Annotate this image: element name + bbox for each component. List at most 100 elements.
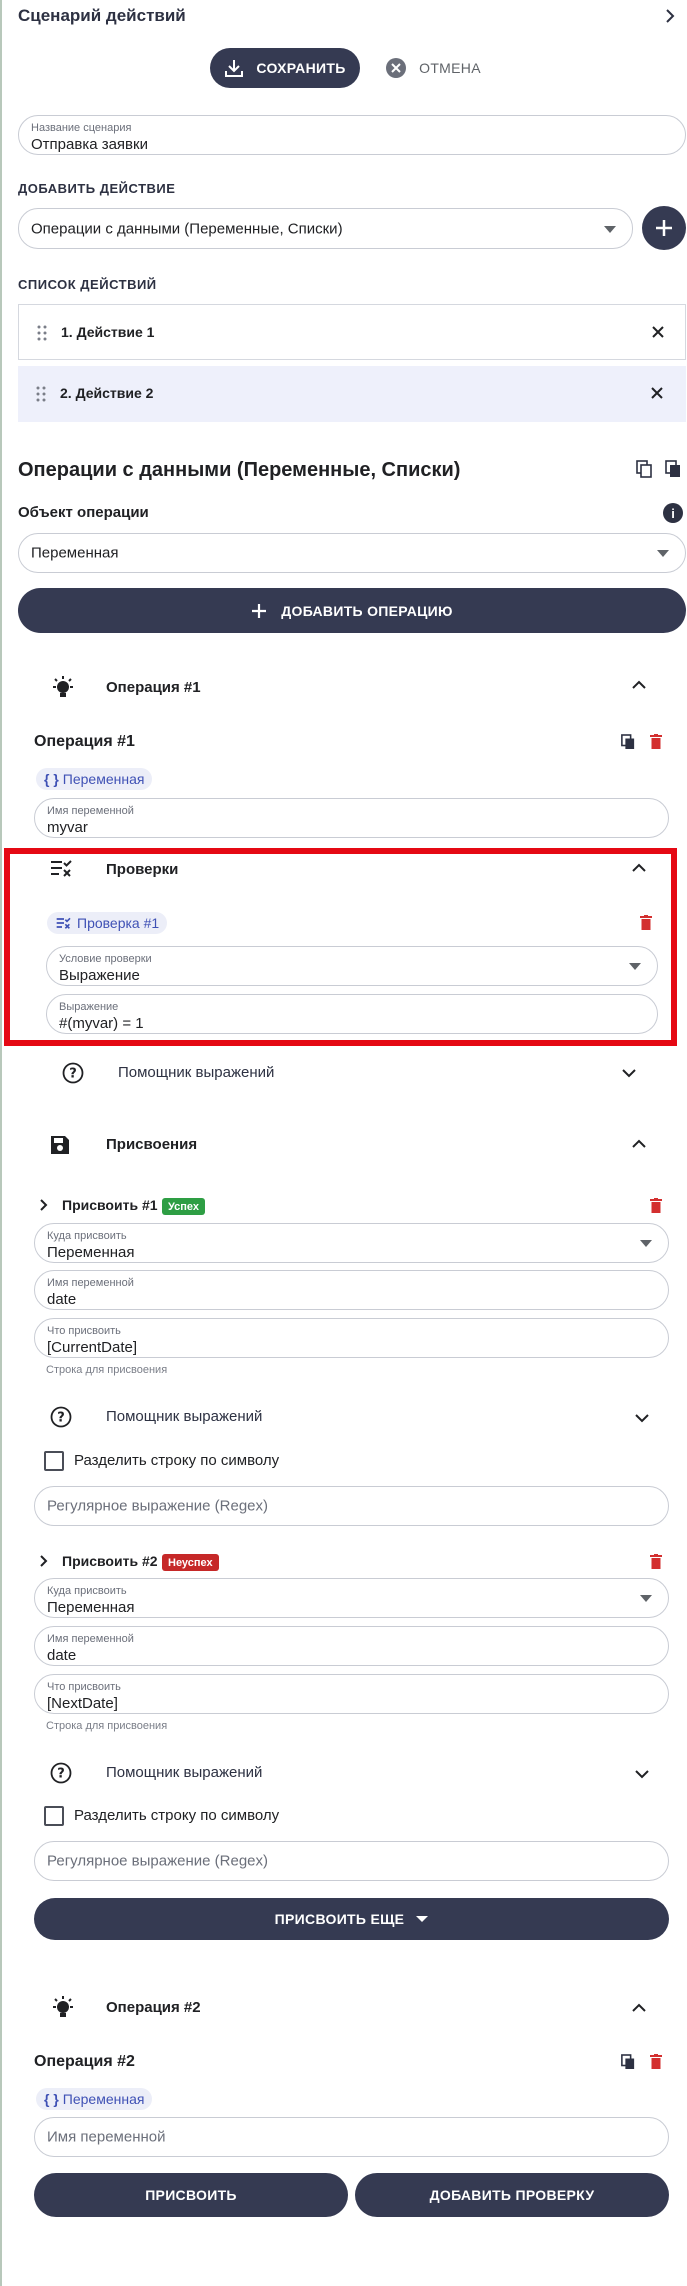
left-border-line (0, 0, 2, 2286)
regex-placeholder: Регулярное выражение (Regex) (47, 1852, 269, 1870)
check-condition-label: Условие проверки (59, 953, 152, 965)
assign-what-label: Что присвоить (47, 1325, 121, 1337)
chevron-down-icon (657, 550, 669, 557)
close-icon[interactable] (651, 325, 665, 339)
copy-icon[interactable] (621, 734, 635, 750)
assign-what-value: [CurrentDate] (47, 1339, 138, 1356)
add-check-button[interactable]: ДОБАВИТЬ ПРОВЕРКУ (355, 2173, 669, 2217)
variable-chip-label: Переменная (62, 771, 145, 787)
checklist-icon (50, 859, 74, 877)
operation1-var-field[interactable]: Имя переменной myvar (34, 798, 669, 838)
close-icon[interactable] (650, 386, 664, 400)
copy-icon[interactable] (636, 460, 652, 478)
operation2-accordion-title[interactable]: Операция #2 (106, 1999, 201, 2016)
chevron-up-icon[interactable] (632, 2003, 646, 2013)
chevron-right-icon[interactable] (40, 1555, 48, 1567)
chevron-down-icon[interactable] (635, 1413, 649, 1423)
assign-var-label: Имя переменной (47, 1633, 134, 1645)
assign-hint: Строка для присвоения (46, 1720, 168, 1732)
chevron-down-icon (640, 1240, 652, 1247)
regex-placeholder: Регулярное выражение (Regex) (47, 1497, 269, 1515)
trash-icon[interactable] (650, 1198, 662, 1213)
check-condition-select[interactable]: Условие проверки Выражение (46, 946, 658, 986)
split-checkbox[interactable] (44, 1451, 64, 1471)
check-expression-label: Выражение (59, 1001, 119, 1013)
assign-var-label: Имя переменной (47, 1277, 134, 1289)
regex-input[interactable]: Регулярное выражение (Regex) (34, 1486, 669, 1526)
page-title: Сценарий действий (18, 6, 186, 25)
assign-var-value: date (47, 1291, 77, 1308)
list-item[interactable]: 1. Действие 1 (18, 304, 686, 360)
actions-list-label: СПИСОК ДЕЙСТВИЙ (18, 277, 157, 292)
info-icon[interactable]: i (663, 503, 683, 523)
action-type-select[interactable]: Операции с данными (Переменные, Списки) (18, 208, 633, 249)
check-expression-field[interactable]: Выражение #(myvar) = 1 (46, 994, 658, 1034)
scenario-name-value: Отправка заявки (31, 136, 148, 153)
assignment2-title[interactable]: Присвоить #2 (62, 1553, 158, 1569)
svg-text:?: ? (69, 1067, 77, 1082)
trash-icon[interactable] (650, 734, 662, 749)
chevron-up-icon[interactable] (632, 863, 646, 873)
split-checkbox[interactable] (44, 1806, 64, 1826)
trash-icon[interactable] (650, 1554, 662, 1569)
assign-what-label: Что присвоить (47, 1681, 121, 1693)
trash-icon[interactable] (650, 2054, 662, 2069)
operation1-accordion-title[interactable]: Операция #1 (106, 679, 201, 696)
add-operation-label: ДОБАВИТЬ ОПЕРАЦИЮ (281, 602, 453, 619)
assign-what-field[interactable]: Что присвоить [NextDate] (34, 1674, 669, 1714)
assignments-accordion-title[interactable]: Присвоения (106, 1136, 197, 1153)
save-button[interactable]: СОХРАНИТЬ (210, 48, 360, 88)
assign-var-field[interactable]: Имя переменной date (34, 1626, 669, 1666)
assign-more-button[interactable]: ПРИСВОИТЬ ЕЩЕ (34, 1898, 669, 1940)
assign-button[interactable]: ПРИСВОИТЬ (34, 2173, 348, 2217)
drag-handle-icon[interactable] (37, 325, 47, 341)
assignment1-title[interactable]: Присвоить #1 (62, 1197, 158, 1213)
assign-what-value: [NextDate] (47, 1695, 118, 1712)
chevron-down-icon[interactable] (622, 1068, 636, 1078)
svg-text:?: ? (57, 1411, 65, 1426)
scenario-name-field[interactable]: Название сценария Отправка заявки (18, 115, 686, 155)
drag-handle-icon[interactable] (36, 386, 46, 402)
braces-icon: { } (44, 771, 59, 787)
chevron-right-icon[interactable] (660, 6, 680, 26)
assign-target-select[interactable]: Куда присвоить Переменная (34, 1578, 669, 1618)
var-name-placeholder: Имя переменной (47, 2128, 166, 2146)
regex-input[interactable]: Регулярное выражение (Regex) (34, 1841, 669, 1881)
download-icon (224, 58, 244, 78)
chevron-right-icon[interactable] (40, 1199, 48, 1211)
expression-helper-label[interactable]: Помощник выражений (106, 1764, 262, 1781)
copy-icon[interactable] (621, 2054, 635, 2070)
add-operation-button[interactable]: ДОБАВИТЬ ОПЕРАЦИЮ (18, 588, 686, 633)
action-type-value: Операции с данными (Переменные, Списки) (31, 220, 343, 237)
variable-chip: { } Переменная (36, 2088, 153, 2110)
assign-more-label: ПРИСВОИТЬ ЕЩЕ (274, 1911, 405, 1927)
add-action-button[interactable] (642, 206, 686, 250)
object-select[interactable]: Переменная (18, 533, 686, 573)
operation2-var-field[interactable]: Имя переменной (34, 2117, 669, 2157)
checks-accordion-title[interactable]: Проверки (106, 861, 178, 878)
editor-title: Операции с данными (Переменные, Списки) (18, 459, 461, 481)
duplicate-icon[interactable] (665, 460, 681, 478)
chevron-up-icon[interactable] (632, 680, 646, 690)
object-value: Переменная (31, 544, 119, 562)
status-badge-success: Успех (162, 1198, 206, 1215)
scenario-name-label: Название сценария (31, 122, 132, 134)
check-condition-value: Выражение (59, 967, 140, 984)
help-circle-icon: ? (62, 1062, 84, 1084)
assign-target-value: Переменная (47, 1244, 135, 1261)
cancel-button[interactable]: ОТМЕНА (378, 48, 488, 88)
chevron-down-icon[interactable] (635, 1769, 649, 1779)
expression-helper-label[interactable]: Помощник выражений (118, 1064, 274, 1081)
help-circle-icon: ? (50, 1762, 72, 1784)
chevron-down-icon (604, 225, 616, 233)
assign-target-select[interactable]: Куда присвоить Переменная (34, 1223, 669, 1263)
status-badge-failure: Неуспех (162, 1554, 219, 1571)
expression-helper-label[interactable]: Помощник выражений (106, 1408, 262, 1425)
chevron-down-icon (629, 963, 641, 970)
list-item-selected[interactable]: 2. Действие 2 (18, 366, 686, 422)
chevron-up-icon[interactable] (632, 1139, 646, 1149)
trash-icon[interactable] (640, 915, 652, 930)
assign-what-field[interactable]: Что присвоить [CurrentDate] (34, 1318, 669, 1358)
caret-down-icon (416, 1916, 429, 1922)
assign-var-field[interactable]: Имя переменной date (34, 1270, 669, 1310)
